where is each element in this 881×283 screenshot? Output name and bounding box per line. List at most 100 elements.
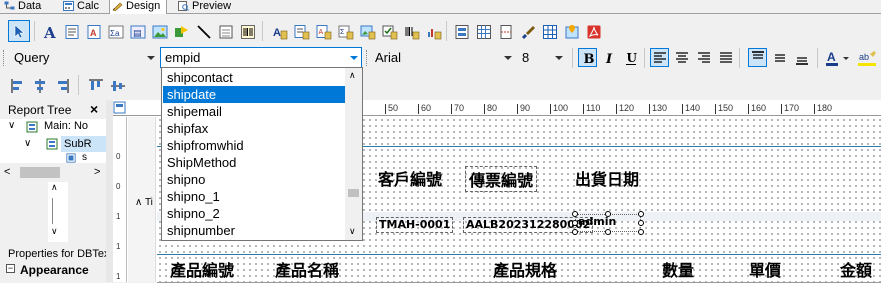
resize-handle[interactable]	[638, 211, 644, 217]
dropdown-option[interactable]: shipno_1	[163, 188, 345, 205]
label-customer-no[interactable]: 客戶編號	[378, 166, 442, 190]
panel-splitter[interactable]	[106, 100, 113, 282]
italic-button[interactable]: I	[599, 48, 618, 67]
paint-tool-button[interactable]	[518, 22, 537, 41]
shape-tool-button[interactable]	[172, 22, 191, 41]
query-combo[interactable]: Query	[9, 47, 159, 68]
chevron-right-icon[interactable]: >	[94, 166, 100, 178]
scroll-thumb[interactable]	[20, 167, 60, 178]
dbimage-tool-button[interactable]	[358, 22, 377, 41]
dbtext-tool-button[interactable]: A	[270, 22, 289, 41]
pdf-tool-button[interactable]	[584, 22, 603, 41]
scroll-track[interactable]	[52, 198, 53, 224]
tab-calc[interactable]: Calc	[61, 0, 107, 14]
dbmemo-tool-button[interactable]	[292, 22, 311, 41]
dbcalc-tool-button[interactable]: Σ	[336, 22, 355, 41]
memo-tool-button[interactable]	[62, 22, 81, 41]
tab-preview[interactable]: Preview	[176, 0, 236, 14]
underline-button[interactable]: U	[621, 48, 640, 67]
close-icon[interactable]: ×	[90, 101, 98, 117]
dropdown-scrollbar[interactable]: ∧ ∨	[345, 68, 362, 240]
page-break-tool-button[interactable]	[496, 22, 515, 41]
label-ship-date[interactable]: 出貨日期	[575, 166, 639, 190]
dbbarcode-tool-button[interactable]	[402, 22, 421, 41]
crosstab-tool-button[interactable]	[474, 22, 493, 41]
bold-button[interactable]: B	[578, 48, 597, 67]
align-center-button[interactable]	[672, 48, 691, 67]
resize-handle[interactable]	[605, 211, 611, 217]
dbchart-tool-button[interactable]	[424, 22, 443, 41]
dropdown-option[interactable]: shipnumber	[163, 222, 345, 239]
highlight-color-button[interactable]: ab	[856, 48, 880, 67]
font-name-combo[interactable]: Arial	[370, 47, 516, 68]
chevron-down-icon[interactable]: ∨	[8, 120, 15, 131]
tree-node-child[interactable]: s	[82, 152, 87, 163]
field-combo[interactable]: empid	[160, 47, 362, 68]
align-middle-button[interactable]	[770, 48, 789, 67]
tree-node-main[interactable]: Main: No	[44, 120, 88, 132]
label-tool-button[interactable]: A	[40, 22, 59, 41]
dropdown-option[interactable]: shipfax	[163, 120, 345, 137]
column-header-product-name[interactable]: 產品名稱	[275, 257, 339, 281]
align-bottom-button[interactable]	[792, 48, 811, 67]
align-rights-button[interactable]	[52, 76, 71, 95]
calc-text-tool-button[interactable]: Σa	[106, 22, 125, 41]
resize-handle[interactable]	[572, 229, 578, 235]
field-customer-no[interactable]: TMAH-0001	[376, 217, 454, 233]
region-tool-button[interactable]	[216, 22, 235, 41]
column-header-product-no[interactable]: 產品編號	[170, 257, 234, 281]
system-variable-tool-button[interactable]: ▤	[128, 22, 147, 41]
select-pointer-button[interactable]	[8, 20, 30, 42]
chevron-down-icon[interactable]: ∨	[349, 226, 356, 237]
align-lefts-button[interactable]	[8, 76, 27, 95]
font-size-combo[interactable]: 8	[517, 47, 567, 68]
label-voucher-no[interactable]: 傳票編號	[465, 166, 538, 192]
align-centers-button[interactable]	[30, 76, 49, 95]
align-top-button[interactable]	[748, 48, 767, 67]
barcode-tool-button[interactable]	[238, 22, 257, 41]
column-header-product-spec[interactable]: 產品規格	[493, 257, 557, 281]
subreport-tool-button[interactable]	[452, 22, 471, 41]
align-left-button[interactable]	[650, 48, 669, 67]
font-color-button[interactable]: A	[824, 48, 852, 67]
tree-hscrollbar[interactable]: < >	[0, 164, 106, 181]
chevron-up-icon[interactable]: ∧	[349, 70, 356, 81]
dropdown-option[interactable]: shipcontact	[163, 69, 345, 86]
dropdown-option[interactable]: shipfromwhid	[163, 137, 345, 154]
chevron-up-icon[interactable]: ∧	[51, 182, 58, 193]
chevron-left-icon[interactable]: <	[4, 166, 10, 178]
align-justify-button[interactable]	[716, 48, 735, 67]
dropdown-option[interactable]: shipdate	[163, 86, 345, 103]
align-right-button[interactable]	[694, 48, 713, 67]
align-vcenters-button[interactable]	[108, 76, 127, 95]
tree-node-subreport[interactable]: SubR	[61, 136, 106, 152]
tab-design[interactable]: Design	[109, 0, 167, 14]
dbrichtext-tool-button[interactable]: A	[314, 22, 333, 41]
line-tool-button[interactable]	[194, 22, 213, 41]
dbcheckbox-tool-button[interactable]	[380, 22, 399, 41]
dropdown-option[interactable]: ShipMethod	[163, 154, 345, 171]
resize-handle[interactable]	[605, 229, 611, 235]
scroll-thumb[interactable]	[348, 189, 359, 197]
resize-handle[interactable]	[638, 220, 644, 226]
image-tool-button[interactable]	[150, 22, 169, 41]
resize-handle[interactable]	[638, 229, 644, 235]
map-tool-button[interactable]	[562, 22, 581, 41]
collapse-icon[interactable]: −	[6, 264, 15, 273]
column-header-unit-price[interactable]: 單價	[749, 257, 781, 281]
column-header-quantity[interactable]: 數量	[662, 257, 694, 281]
align-tops-button[interactable]	[86, 76, 105, 95]
dropdown-option[interactable]: shipemail	[163, 103, 345, 120]
resize-handle[interactable]	[572, 220, 578, 226]
band-collapse-label[interactable]: ∧ Ti	[135, 197, 153, 208]
chevron-down-icon[interactable]: ∨	[51, 226, 58, 237]
column-header-amount[interactable]: 金額	[840, 257, 881, 281]
resize-handle[interactable]	[572, 211, 578, 217]
richtext-tool-button[interactable]: A	[84, 22, 103, 41]
chevron-down-icon[interactable]: ∨	[24, 138, 31, 149]
table-tool-button[interactable]	[540, 22, 559, 41]
dropdown-option[interactable]: shipno_2	[163, 205, 345, 222]
shape-icon	[174, 25, 188, 37]
tab-data[interactable]: Data	[2, 0, 54, 14]
dropdown-option[interactable]: shipno	[163, 171, 345, 188]
